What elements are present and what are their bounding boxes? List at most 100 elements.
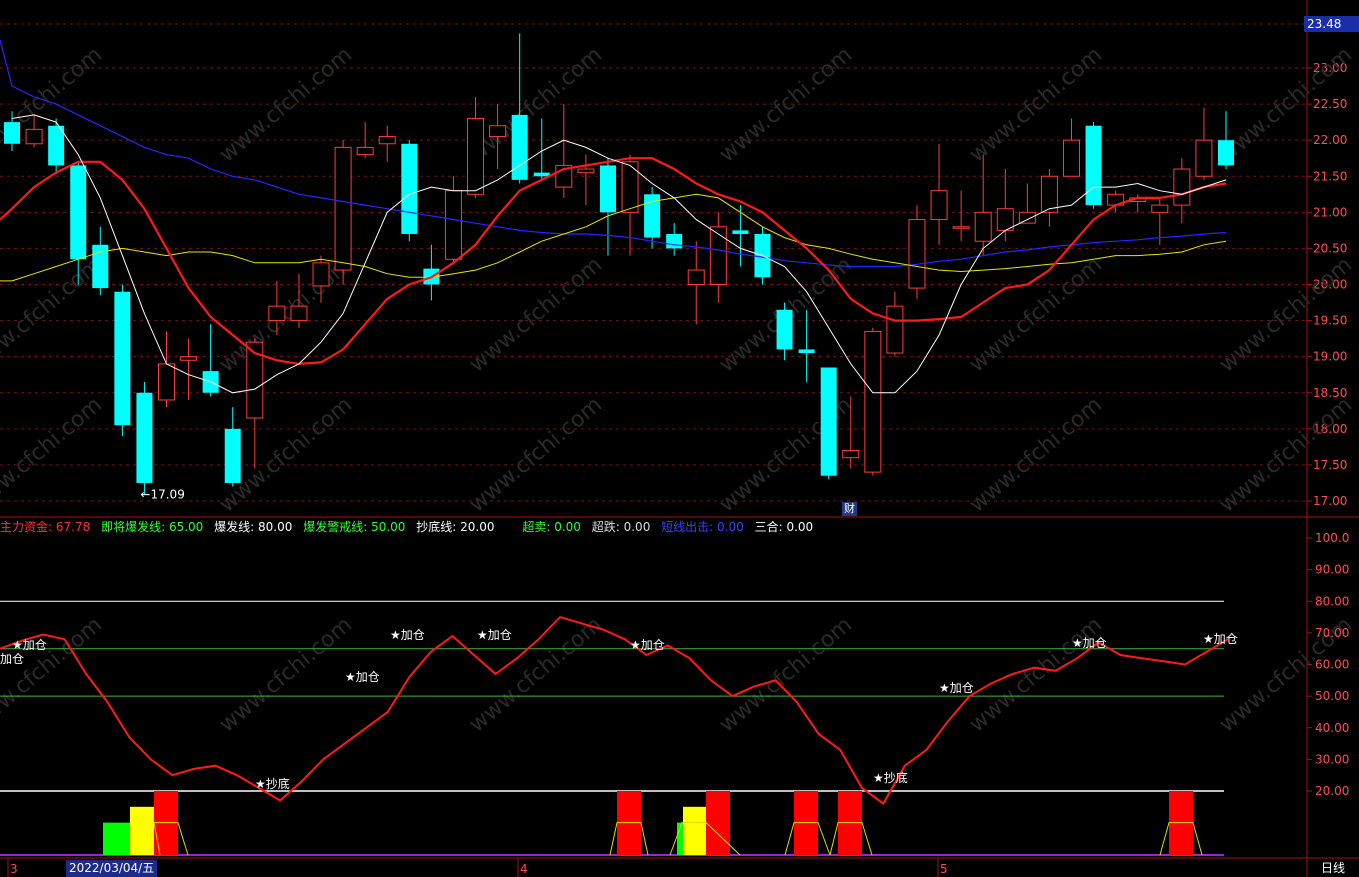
- add-position-signal: ★加仓: [477, 628, 512, 642]
- candle-body: [666, 233, 683, 249]
- watermark: www.cfchi.com: [965, 252, 1107, 377]
- watermark: www.cfchi.com: [465, 42, 607, 167]
- stock-chart-canvas[interactable]: 23.0022.5022.0021.5021.0020.5020.0019.50…: [0, 0, 1359, 877]
- add-position-signal: ★加仓: [939, 681, 974, 695]
- candle-body: [1040, 175, 1058, 213]
- indicator-tick-label: 30.00: [1315, 752, 1349, 766]
- bar-yellow: [683, 806, 707, 855]
- candle-body: [334, 146, 352, 271]
- indicator-header: 主力资金: 67.78 即将爆发线: 65.00 爆发线: 80.00 爆发警戒…: [0, 518, 820, 535]
- candle-body: [467, 118, 485, 195]
- candle-body: [511, 114, 528, 180]
- candle-body: [290, 305, 308, 322]
- candle-body: [489, 125, 507, 138]
- candle-body: [25, 128, 43, 145]
- candle-body: [599, 165, 616, 213]
- candle-body: [70, 165, 87, 260]
- add-position-signal: ★加仓: [12, 638, 47, 652]
- candle-body: [312, 262, 330, 287]
- candle-body: [4, 122, 20, 144]
- burst-readout: 爆发线: 80.00: [214, 520, 293, 534]
- candle-body: [268, 305, 286, 322]
- indicator-tick-label: 40.00: [1315, 721, 1349, 735]
- indicator-tick-label: 60.00: [1315, 658, 1349, 672]
- indicator-tick-label: 100.0: [1315, 531, 1349, 545]
- watermark: www.cfchi.com: [0, 612, 107, 737]
- watermark: www.cfchi.com: [0, 392, 107, 517]
- candle-body: [732, 230, 749, 234]
- date-label: 3: [10, 862, 18, 876]
- watermark: www.cfchi.com: [0, 252, 107, 377]
- candle-body: [930, 190, 948, 221]
- candle-body: [444, 190, 462, 260]
- add-position-signal-edge: 加仓: [0, 652, 24, 666]
- price-tick-label: 19.00: [1313, 350, 1347, 364]
- current-price-tag: 23.48: [1304, 16, 1359, 32]
- candle-body: [378, 136, 396, 145]
- add-position-signal: ★加仓: [630, 638, 665, 652]
- watermark: www.cfchi.com: [215, 612, 357, 737]
- date-label: 4: [520, 862, 528, 876]
- add-position-signal: ★加仓: [1203, 632, 1238, 646]
- oversold-readout: 超卖: 0.00: [522, 520, 581, 534]
- candle-body: [974, 211, 992, 242]
- price-tick-label: 22.50: [1313, 97, 1347, 111]
- candle-body: [1062, 139, 1080, 177]
- overfall-readout: 超跌: 0.00: [591, 520, 651, 534]
- price-tick-label: 17.00: [1313, 494, 1347, 508]
- indicator-tick-label: 50.00: [1315, 689, 1349, 703]
- candle-body: [401, 143, 418, 234]
- candle-body: [1018, 211, 1036, 224]
- watermark: www.cfchi.com: [965, 612, 1107, 737]
- candle-body: [136, 392, 153, 483]
- financial-badge[interactable]: 财: [842, 502, 857, 516]
- candle-body: [1195, 139, 1213, 177]
- watermark: www.cfchi.com: [715, 612, 857, 737]
- watermark: www.cfchi.com: [465, 392, 607, 517]
- main-fund-readout: 主力资金: 67.78: [0, 520, 91, 534]
- short-exit-readout: 短线出击: 0.00: [661, 520, 744, 534]
- indicator-tick-label: 70.00: [1315, 626, 1349, 640]
- ma-long2-lead: [0, 39, 13, 87]
- candle-body: [1218, 140, 1234, 166]
- candle-body: [952, 226, 970, 229]
- candle-body: [356, 146, 374, 156]
- indicator-tick-label: 20.00: [1315, 784, 1349, 798]
- watermark: www.cfchi.com: [965, 392, 1107, 517]
- three-combo-readout: 三合: 0.00: [754, 520, 814, 534]
- price-tick-label: 17.50: [1313, 458, 1347, 472]
- candle-body: [864, 330, 882, 473]
- date-label: 5: [940, 862, 948, 876]
- burst-warning-readout: 爆发警戒线: 50.00: [303, 520, 406, 534]
- ma-mid-lead: [0, 207, 13, 221]
- add-position-signal: ★加仓: [390, 628, 425, 642]
- candle-body: [1085, 125, 1102, 206]
- candle-body: [577, 168, 595, 174]
- candle-body: [114, 291, 131, 426]
- candle-body: [886, 305, 904, 354]
- bottom-fishing-signal: ★抄底: [873, 770, 908, 785]
- price-tick-label: 22.00: [1313, 133, 1347, 147]
- candle-body: [908, 219, 926, 289]
- period-selector[interactable]: 日线: [1307, 860, 1359, 877]
- about-to-burst-readout: 即将爆发线: 65.00: [101, 520, 204, 534]
- watermark: www.cfchi.com: [715, 42, 857, 167]
- candle-body: [842, 449, 860, 459]
- watermark: www.cfchi.com: [215, 252, 357, 377]
- bar-yellow: [130, 806, 154, 855]
- watermark: www.cfchi.com: [465, 252, 607, 377]
- price-tick-label: 21.50: [1313, 169, 1347, 183]
- candle-body: [776, 309, 793, 350]
- selected-date-tag: 2022/03/04/五: [66, 860, 158, 877]
- candle-body: [48, 125, 65, 166]
- price-tick-label: 19.50: [1313, 314, 1347, 328]
- bottom-line-readout: 抄底线: 20.00: [416, 520, 495, 534]
- add-position-signal: ★加仓: [345, 670, 380, 684]
- candle-body: [1151, 204, 1169, 213]
- low-price-marker: ←17.09: [140, 488, 184, 502]
- indicator-tick-label: 80.00: [1315, 594, 1349, 608]
- main-fund-line: [0, 615, 1229, 806]
- candle-body: [533, 172, 550, 177]
- candle-body: [180, 356, 198, 361]
- candle-body: [820, 367, 837, 476]
